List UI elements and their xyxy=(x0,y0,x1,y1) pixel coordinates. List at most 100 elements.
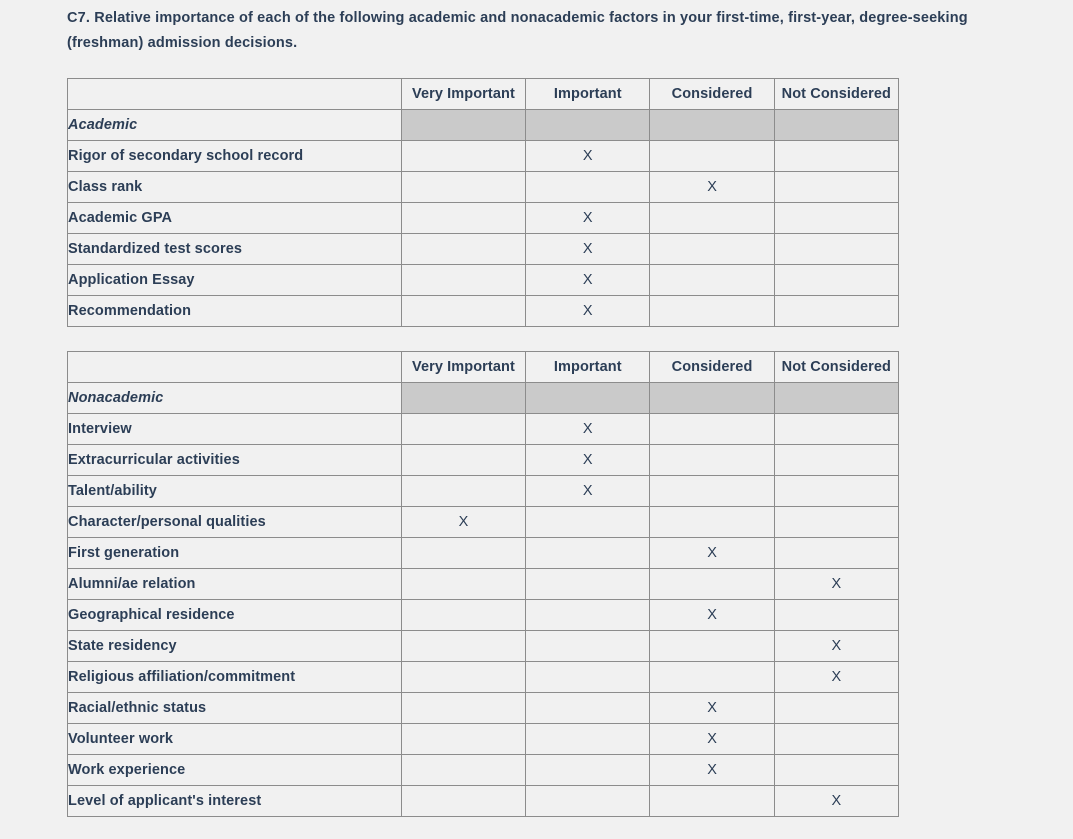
rating-cell-very-important[interactable] xyxy=(400,723,527,755)
rating-cell-not-considered[interactable] xyxy=(773,140,900,172)
rating-cell-very-important[interactable] xyxy=(400,202,527,234)
column-header-important: Important xyxy=(525,78,651,110)
rating-cell-considered[interactable] xyxy=(649,785,775,817)
table-header-row: Very Important Important Considered Not Con… xyxy=(67,351,900,383)
rating-cell-important[interactable]: X xyxy=(525,475,651,507)
rating-cell-not-considered[interactable] xyxy=(773,413,900,445)
rating-cell-considered[interactable] xyxy=(649,568,775,600)
rating-cell-important[interactable] xyxy=(525,599,651,631)
rating-cell-not-considered[interactable] xyxy=(773,723,900,755)
rating-cell-important[interactable] xyxy=(525,692,651,724)
rating-cell-not-considered[interactable] xyxy=(773,264,900,296)
rating-cell-considered[interactable] xyxy=(649,264,775,296)
rating-cell-very-important[interactable] xyxy=(400,754,527,786)
rating-cell-not-considered[interactable] xyxy=(773,295,900,327)
rating-cell-very-important[interactable] xyxy=(400,599,527,631)
rating-cell-considered[interactable] xyxy=(649,140,775,172)
rating-cell-considered[interactable] xyxy=(649,661,775,693)
selected-mark-icon: X xyxy=(582,452,593,468)
rating-cell-not-considered[interactable]: X xyxy=(773,785,900,817)
table-row: Work experience X xyxy=(67,754,900,786)
shaded-cell-very-important xyxy=(400,382,527,414)
rating-cell-considered[interactable] xyxy=(649,413,775,445)
selected-mark-icon: X xyxy=(707,545,717,561)
rating-cell-important[interactable] xyxy=(525,537,651,569)
selected-mark-icon: X xyxy=(831,793,842,809)
rating-cell-very-important[interactable]: X xyxy=(400,506,527,538)
rating-cell-considered[interactable] xyxy=(649,202,775,234)
rating-cell-considered[interactable] xyxy=(649,295,775,327)
factor-label-rigor-of-secondary-school-record: Rigor of secondary school record xyxy=(67,140,402,172)
rating-cell-very-important[interactable] xyxy=(400,785,527,817)
rating-cell-important[interactable] xyxy=(525,506,651,538)
selected-mark-icon: X xyxy=(707,607,717,623)
rating-cell-considered[interactable] xyxy=(649,506,775,538)
rating-cell-important[interactable]: X xyxy=(525,140,651,172)
rating-cell-very-important[interactable] xyxy=(400,295,527,327)
rating-cell-not-considered[interactable]: X xyxy=(773,630,900,662)
factor-label-religious-affiliation-commitment: Religious affiliation/commitment xyxy=(67,661,402,693)
rating-cell-considered[interactable]: X xyxy=(649,723,775,755)
rating-cell-very-important[interactable] xyxy=(400,444,527,476)
rating-cell-very-important[interactable] xyxy=(400,692,527,724)
rating-cell-very-important[interactable] xyxy=(400,475,527,507)
rating-cell-not-considered[interactable] xyxy=(773,171,900,203)
rating-cell-very-important[interactable] xyxy=(400,140,527,172)
rating-cell-very-important[interactable] xyxy=(400,413,527,445)
rating-cell-very-important[interactable] xyxy=(400,568,527,600)
rating-cell-not-considered[interactable]: X xyxy=(773,661,900,693)
rating-cell-not-considered[interactable] xyxy=(773,754,900,786)
rating-cell-not-considered[interactable] xyxy=(773,475,900,507)
table-row: Geographical residence X xyxy=(67,599,900,631)
rating-cell-not-considered[interactable] xyxy=(773,233,900,265)
rating-cell-important[interactable]: X xyxy=(525,444,651,476)
rating-cell-important[interactable]: X xyxy=(525,264,651,296)
rating-cell-not-considered[interactable] xyxy=(773,692,900,724)
rating-cell-considered[interactable]: X xyxy=(649,692,775,724)
rating-cell-not-considered[interactable] xyxy=(773,444,900,476)
table-row: Class rank X xyxy=(67,171,900,203)
selected-mark-icon: X xyxy=(582,272,593,288)
factor-label-volunteer-work: Volunteer work xyxy=(67,723,402,755)
rating-cell-important[interactable]: X xyxy=(525,413,651,445)
table-row: Rigor of secondary school record X xyxy=(67,140,900,172)
rating-cell-considered[interactable] xyxy=(649,233,775,265)
rating-cell-important[interactable] xyxy=(525,723,651,755)
rating-cell-important[interactable] xyxy=(525,661,651,693)
rating-cell-considered[interactable]: X xyxy=(649,754,775,786)
rating-cell-considered[interactable]: X xyxy=(649,171,775,203)
rating-cell-considered[interactable]: X xyxy=(649,599,775,631)
rating-cell-important[interactable] xyxy=(525,630,651,662)
rating-cell-considered[interactable] xyxy=(649,475,775,507)
rating-cell-important[interactable] xyxy=(525,785,651,817)
rating-cell-not-considered[interactable] xyxy=(773,599,900,631)
rating-cell-important[interactable]: X xyxy=(525,295,651,327)
selected-mark-icon: X xyxy=(582,241,593,257)
rating-cell-important[interactable] xyxy=(525,568,651,600)
rating-cell-important[interactable]: X xyxy=(525,233,651,265)
rating-cell-very-important[interactable] xyxy=(400,661,527,693)
rating-cell-not-considered[interactable] xyxy=(773,202,900,234)
rating-cell-considered[interactable] xyxy=(649,630,775,662)
selected-mark-icon: X xyxy=(582,210,593,226)
table-row: Application Essay X xyxy=(67,264,900,296)
rating-cell-very-important[interactable] xyxy=(400,233,527,265)
rating-cell-important[interactable]: X xyxy=(525,202,651,234)
table-row: Alumni/ae relation X xyxy=(67,568,900,600)
rating-cell-important[interactable] xyxy=(525,754,651,786)
section-label: Academic xyxy=(67,109,402,141)
rating-cell-not-considered[interactable] xyxy=(773,537,900,569)
nonacademic-factors-table-wrapper: Very Important Important Considered Not Con… xyxy=(67,351,900,817)
rating-cell-considered[interactable]: X xyxy=(649,537,775,569)
academic-factors-table-wrapper: Very Important Important Considered Not Con… xyxy=(67,78,900,327)
rating-cell-very-important[interactable] xyxy=(400,630,527,662)
factor-label-level-of-applicant-s-interest: Level of applicant's interest xyxy=(67,785,402,817)
rating-cell-considered[interactable] xyxy=(649,444,775,476)
rating-cell-very-important[interactable] xyxy=(400,264,527,296)
rating-cell-not-considered[interactable] xyxy=(773,506,900,538)
rating-cell-not-considered[interactable]: X xyxy=(773,568,900,600)
rating-cell-very-important[interactable] xyxy=(400,537,527,569)
rating-cell-important[interactable] xyxy=(525,171,651,203)
nonacademic-factors-table: Very Important Important Considered Not Con… xyxy=(67,351,900,817)
rating-cell-very-important[interactable] xyxy=(400,171,527,203)
